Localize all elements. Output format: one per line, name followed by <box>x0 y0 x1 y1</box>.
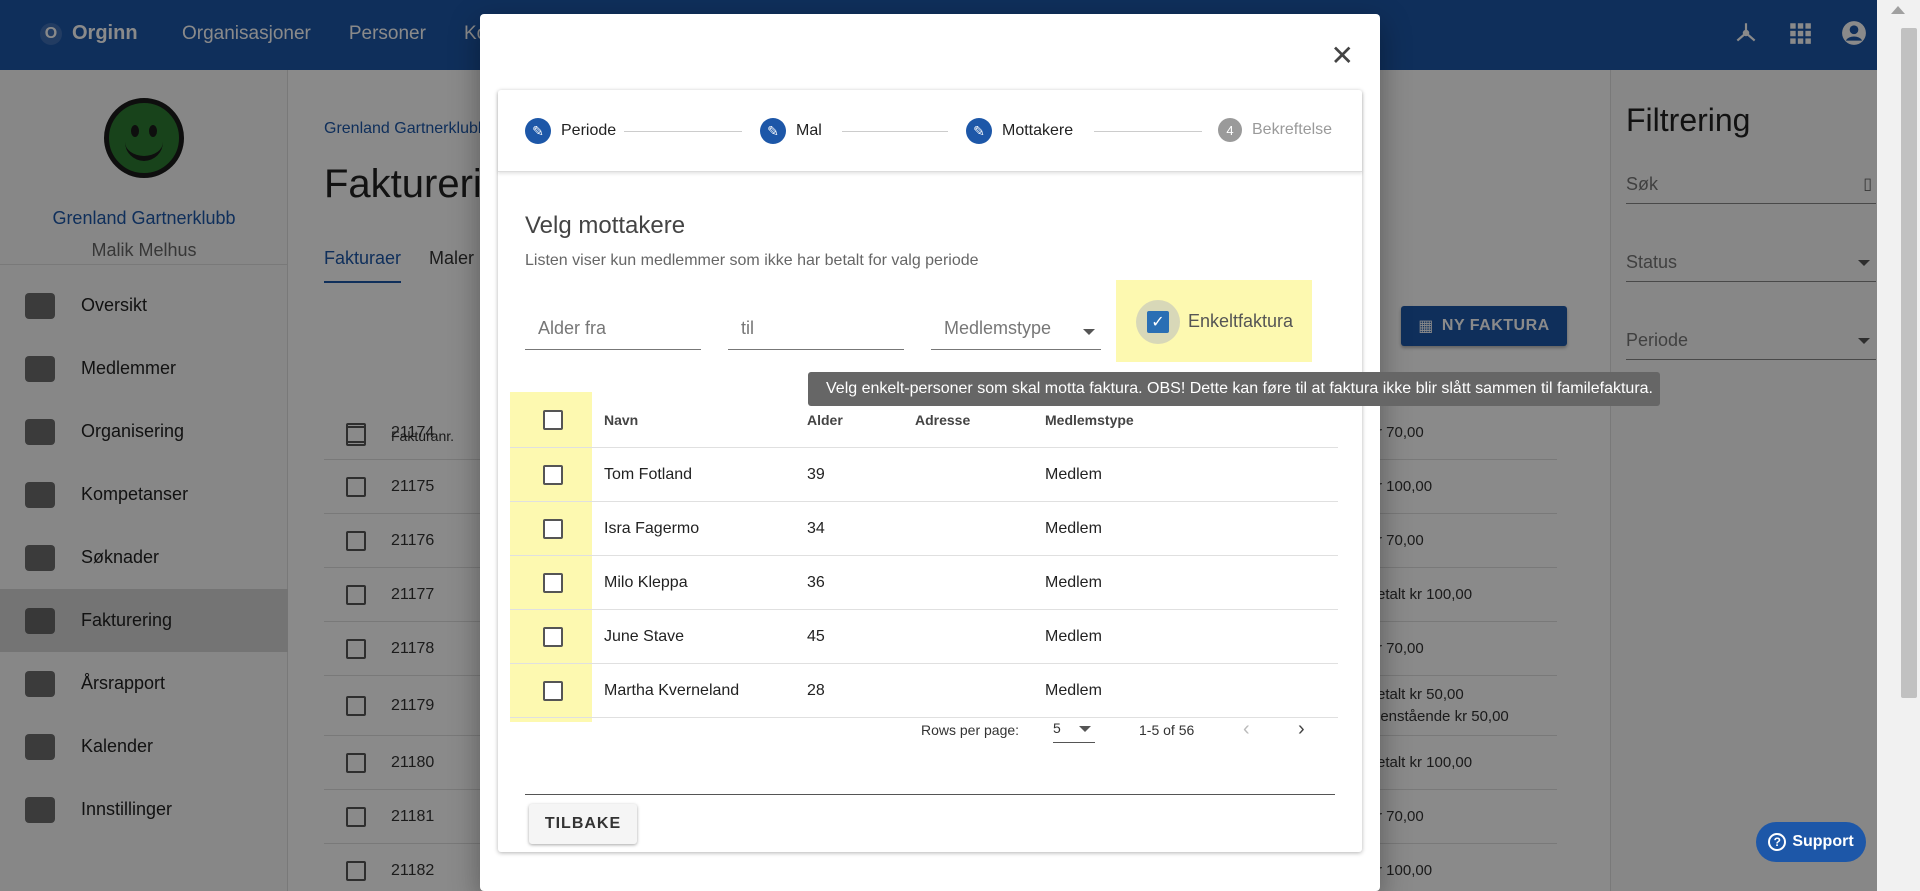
help-icon: ? <box>1768 833 1787 851</box>
cell-navn: Milo Kleppa <box>604 573 688 591</box>
table-row[interactable]: June Stave 45 Medlem <box>510 610 1338 664</box>
step-label: Mal <box>796 122 822 139</box>
column-header-navn[interactable]: Navn <box>604 392 638 447</box>
row-checkbox[interactable] <box>543 627 563 647</box>
cell-navn: June Stave <box>604 627 685 645</box>
chevron-right-icon[interactable]: › <box>1298 718 1305 741</box>
rows-per-page-label: Rows per page: <box>921 722 1020 738</box>
table-row[interactable]: Martha Kverneland 28 Medlem <box>510 664 1338 718</box>
age-to-placeholder: til <box>741 318 754 338</box>
cell-alder: 28 <box>807 681 825 699</box>
cell-navn: Isra Fagermo <box>604 519 700 537</box>
edit-icon: ✎ <box>966 118 992 144</box>
age-from-input[interactable]: Alder fra <box>525 310 701 350</box>
cell-medlemstype: Medlem <box>1045 519 1102 537</box>
wizard-card: ✎ Periode ✎ Mal ✎ Mottakere 4 Bekreftels… <box>498 90 1362 852</box>
cell-navn: Tom Fotland <box>604 465 693 483</box>
select-all-checkbox[interactable] <box>543 410 563 430</box>
scrollbar-thumb[interactable] <box>1901 28 1917 698</box>
cell-alder: 34 <box>807 519 825 537</box>
age-from-placeholder: Alder fra <box>538 318 607 338</box>
close-icon[interactable]: ✕ <box>1331 42 1354 70</box>
cell-alder: 36 <box>807 573 825 591</box>
footer-divider <box>525 794 1335 795</box>
page-scrollbar[interactable] <box>1877 0 1920 891</box>
step-number: 4 <box>1218 118 1242 142</box>
cell-navn: Martha Kverneland <box>604 681 740 699</box>
enkeltfaktura-label: Enkeltfaktura <box>1188 311 1294 331</box>
cell-medlemstype: Medlem <box>1045 627 1102 645</box>
member-type-select[interactable]: Medlemstype <box>931 310 1101 350</box>
row-checkbox[interactable] <box>543 573 563 593</box>
invoice-wizard-dialog: ✕ ✎ Periode ✎ Mal ✎ Mottakere 4 Bekrefte… <box>480 14 1380 891</box>
cell-alder: 39 <box>807 465 825 483</box>
back-button[interactable]: TILBAKE <box>529 804 637 844</box>
row-checkbox[interactable] <box>543 681 563 701</box>
step-connector <box>1094 131 1202 132</box>
step-mal[interactable]: ✎ Mal <box>760 118 822 144</box>
age-to-input[interactable]: til <box>728 310 904 350</box>
cell-alder: 45 <box>807 627 825 645</box>
table-row[interactable]: Tom Fotland 39 Medlem <box>510 448 1338 502</box>
chevron-down-icon <box>1083 329 1095 335</box>
step-label: Mottakere <box>1002 122 1074 139</box>
edit-icon: ✎ <box>760 118 786 144</box>
step-label: Bekreftelse <box>1252 121 1333 138</box>
table-row[interactable]: Isra Fagermo 34 Medlem <box>510 502 1338 556</box>
row-checkbox[interactable] <box>543 519 563 539</box>
step-connector <box>624 131 742 132</box>
step-mottakere[interactable]: ✎ Mottakere <box>966 118 1073 144</box>
step-bekreftelse[interactable]: 4 Bekreftelse <box>1218 118 1332 142</box>
chevron-down-icon <box>1079 726 1091 732</box>
member-type-label: Medlemstype <box>944 318 1052 338</box>
step-connector <box>842 131 948 132</box>
rows-per-page-select[interactable]: 5 <box>1053 720 1095 743</box>
recipients-subtitle: Listen viser kun medlemmer som ikke har … <box>525 252 979 269</box>
recipients-title: Velg mottakere <box>525 212 686 239</box>
cell-medlemstype: Medlem <box>1045 573 1102 591</box>
support-button[interactable]: ? Support <box>1756 822 1866 862</box>
table-row[interactable]: Milo Kleppa 36 Medlem <box>510 556 1338 610</box>
scroll-up-icon[interactable] <box>1891 6 1905 14</box>
edit-icon: ✎ <box>525 118 551 144</box>
rows-per-page-value: 5 <box>1053 720 1061 736</box>
step-label: Periode <box>561 122 617 139</box>
enkeltfaktura-toggle[interactable]: ✓ Enkeltfaktura <box>1116 280 1312 362</box>
enkeltfaktura-checkbox[interactable]: ✓ <box>1147 311 1169 333</box>
support-label: Support <box>1792 833 1854 850</box>
wizard-stepper: ✎ Periode ✎ Mal ✎ Mottakere 4 Bekreftels… <box>498 90 1362 172</box>
enkeltfaktura-tooltip: Velg enkelt-personer som skal motta fakt… <box>808 372 1660 406</box>
cell-medlemstype: Medlem <box>1045 681 1102 699</box>
step-periode[interactable]: ✎ Periode <box>525 118 616 144</box>
page-range: 1-5 of 56 <box>1139 722 1195 738</box>
row-checkbox[interactable] <box>543 465 563 485</box>
chevron-left-icon[interactable]: ‹ <box>1243 718 1250 741</box>
cell-medlemstype: Medlem <box>1045 465 1102 483</box>
